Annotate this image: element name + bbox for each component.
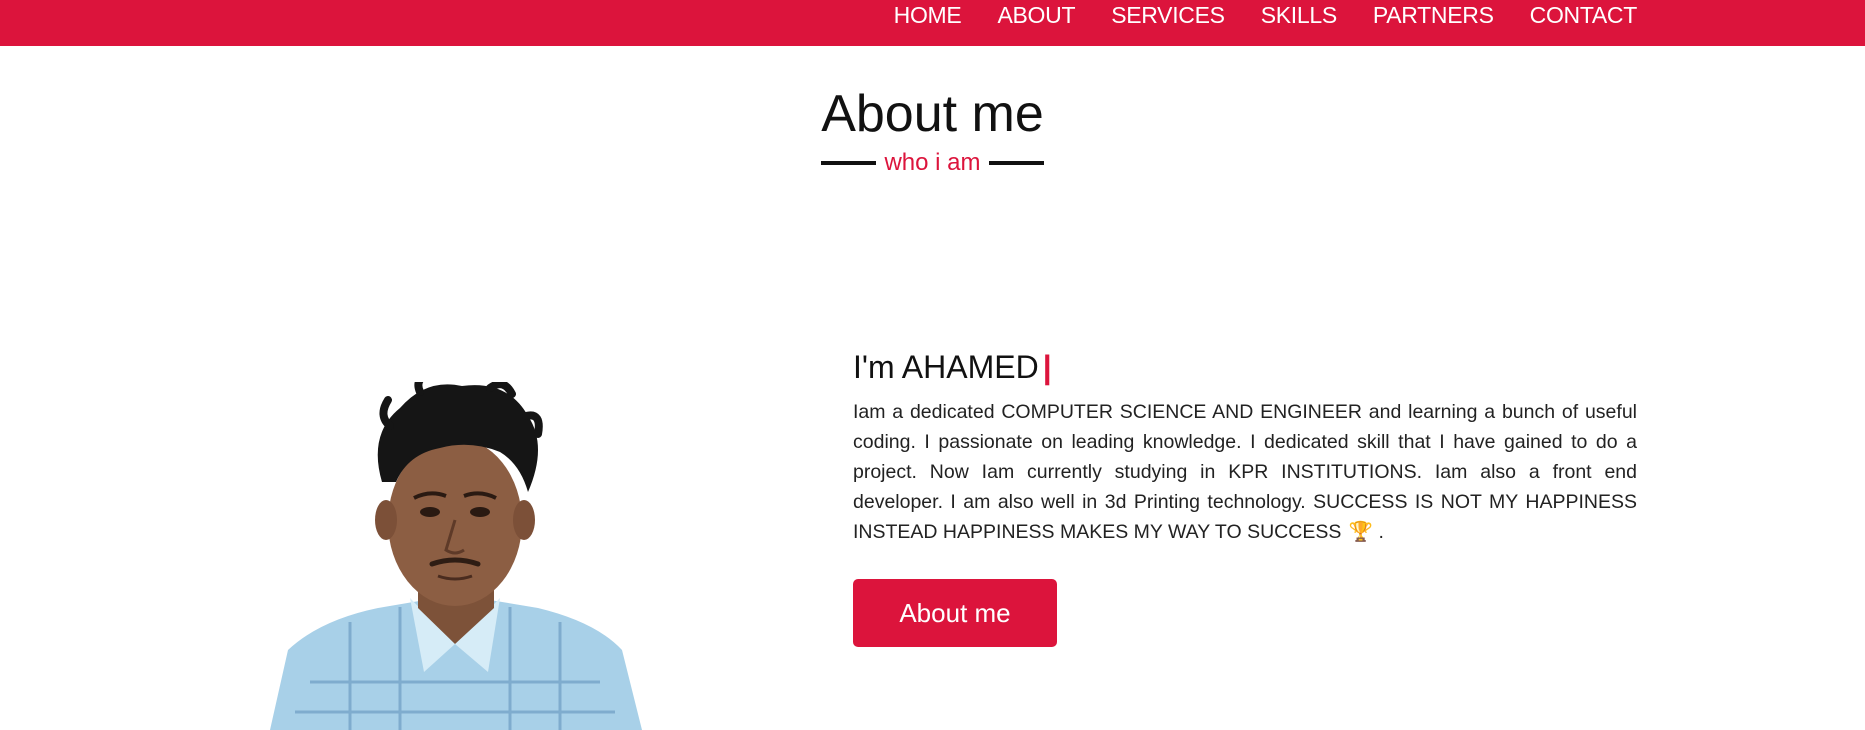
nav-contact[interactable]: CONTACT	[1530, 2, 1638, 29]
nav-about[interactable]: ABOUT	[997, 2, 1075, 29]
section-title: About me	[821, 85, 1044, 143]
trophy-icon: 🏆	[1348, 521, 1374, 543]
section-header: About me who i am	[0, 82, 1865, 178]
nav-skills[interactable]: SKILLS	[1261, 2, 1338, 29]
nav-partners[interactable]: PARTNERS	[1373, 2, 1494, 29]
about-paragraph: Iam a dedicated COMPUTER SCIENCE AND ENG…	[853, 397, 1637, 547]
about-name-heading: I'm AHAMED	[853, 349, 1039, 385]
about-description: Iam a dedicated COMPUTER SCIENCE AND ENG…	[853, 401, 1637, 543]
profile-photo	[250, 382, 660, 730]
section-subtitle-row: who i am	[0, 148, 1865, 178]
about-text-block: I'm AHAMED | Iam a dedicated COMPUTER SCI…	[853, 345, 1637, 547]
typing-cursor: |	[1042, 349, 1052, 385]
subtitle-line-left	[821, 161, 877, 165]
about-me-button[interactable]: About me	[853, 579, 1057, 647]
paragraph-end: .	[1378, 521, 1384, 543]
top-navbar: HOME ABOUT SERVICES SKILLS PARTNERS CONT…	[0, 0, 1865, 46]
nav-services[interactable]: SERVICES	[1111, 2, 1225, 29]
nav-home[interactable]: HOME	[894, 2, 962, 29]
nav-menu: HOME ABOUT SERVICES SKILLS PARTNERS CONT…	[894, 0, 1638, 30]
about-heading: I'm AHAMED |	[853, 345, 1637, 389]
subtitle-line-right	[988, 161, 1044, 165]
section-subtitle: who i am	[884, 149, 981, 176]
